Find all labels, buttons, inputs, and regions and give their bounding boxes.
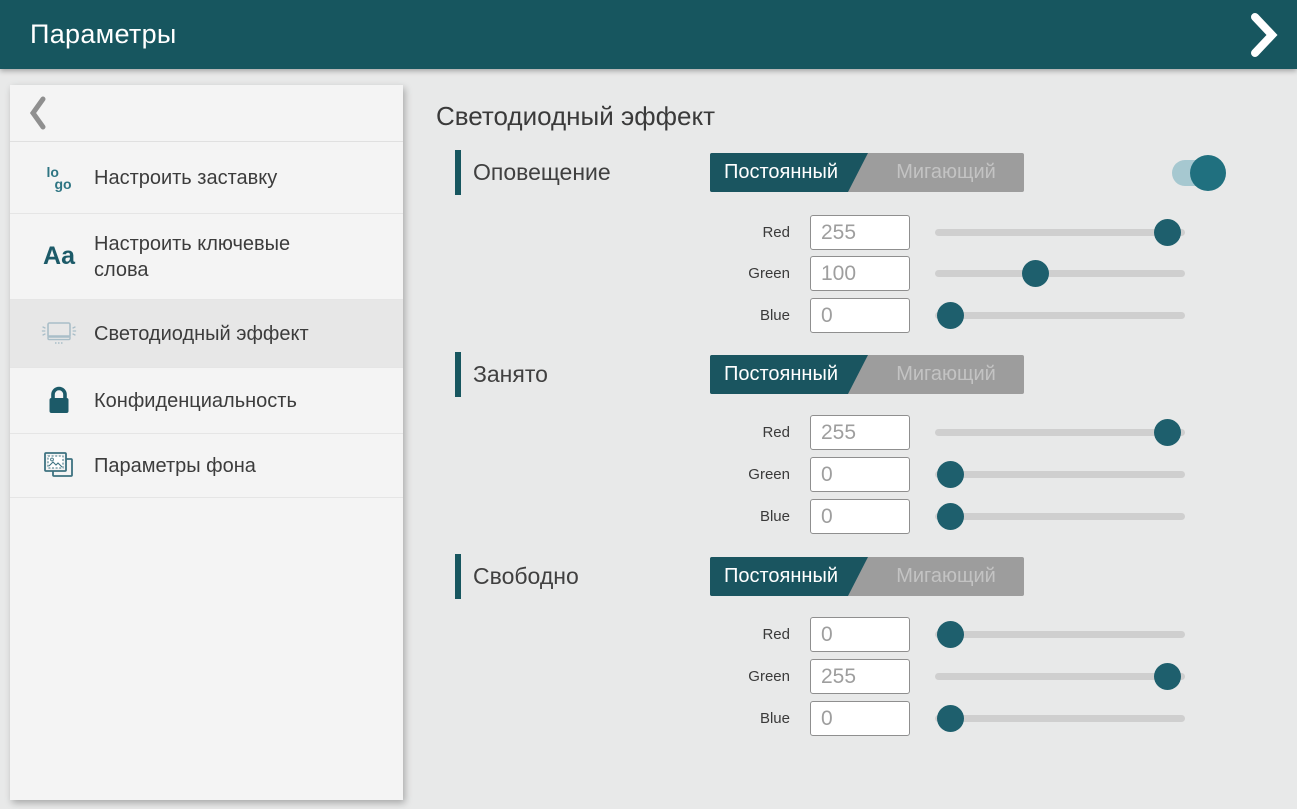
blue-label: Blue [690, 298, 790, 333]
red-value-input[interactable] [810, 215, 910, 250]
section-accent-bar [455, 352, 461, 397]
mode-toggle-alert: Мигающий Постоянный [710, 153, 1024, 192]
sidebar-item-privacy[interactable]: Конфиденциальность [10, 368, 403, 434]
mode-blinking-button[interactable]: Мигающий [868, 557, 1024, 596]
red-label: Red [690, 415, 790, 450]
slider-thumb[interactable] [1154, 663, 1181, 690]
red-label: Red [690, 617, 790, 652]
red-slider[interactable] [935, 617, 1185, 652]
green-label: Green [690, 256, 790, 291]
red-value-input[interactable] [810, 415, 910, 450]
slider-track [935, 229, 1185, 236]
sidebar-item-label: Светодиодный эффект [94, 321, 309, 347]
blue-value-input[interactable] [810, 701, 910, 736]
slider-thumb[interactable] [937, 302, 964, 329]
section-accent-bar [455, 150, 461, 195]
section-title: Светодиодный эффект [436, 101, 715, 132]
red-slider[interactable] [935, 415, 1185, 450]
slider-track [935, 471, 1185, 478]
page-title: Параметры [30, 19, 177, 50]
settings-sidebar: logo Настроить заставку Aa Настроить клю… [10, 85, 403, 800]
green-value-input[interactable] [810, 659, 910, 694]
red-label: Red [690, 215, 790, 250]
forward-chevron-icon[interactable] [1249, 12, 1279, 58]
section-name-busy: Занято [473, 352, 548, 397]
section-accent-bar [455, 554, 461, 599]
sidebar-item-screensaver[interactable]: logo Настроить заставку [10, 142, 403, 214]
slider-thumb[interactable] [1154, 419, 1181, 446]
sidebar-item-label: Настроить ключевые слова [94, 231, 326, 283]
switch-knob [1190, 155, 1226, 191]
mode-blinking-button[interactable]: Мигающий [868, 153, 1024, 192]
sidebar-item-led-effect[interactable]: Светодиодный эффект [10, 300, 403, 368]
green-label: Green [690, 457, 790, 492]
slider-thumb[interactable] [937, 621, 964, 648]
green-label: Green [690, 659, 790, 694]
slider-track [935, 312, 1185, 319]
green-slider[interactable] [935, 659, 1185, 694]
slider-track [935, 429, 1185, 436]
led-display-icon [38, 319, 80, 349]
mode-constant-button[interactable]: Постоянный [710, 557, 868, 596]
sidebar-item-label: Параметры фона [94, 453, 256, 479]
green-value-input[interactable] [810, 256, 910, 291]
blue-value-input[interactable] [810, 298, 910, 333]
slider-track [935, 631, 1185, 638]
slider-track [935, 270, 1185, 277]
mode-blinking-button[interactable]: Мигающий [868, 355, 1024, 394]
blue-label: Blue [690, 499, 790, 534]
sidebar-item-label: Конфиденциальность [94, 388, 297, 414]
slider-track [935, 715, 1185, 722]
section-name-alert: Оповещение [473, 150, 611, 195]
sidebar-back-button[interactable] [10, 85, 403, 142]
mode-constant-button[interactable]: Постоянный [710, 153, 868, 192]
green-value-input[interactable] [810, 457, 910, 492]
red-slider[interactable] [935, 215, 1185, 250]
mode-constant-button[interactable]: Постоянный [710, 355, 868, 394]
sidebar-item-keywords[interactable]: Aa Настроить ключевые слова [10, 214, 403, 300]
logo-icon: logo [38, 166, 80, 190]
green-slider[interactable] [935, 256, 1185, 291]
slider-thumb[interactable] [937, 461, 964, 488]
background-images-icon [38, 450, 80, 482]
blue-label: Blue [690, 701, 790, 736]
mode-toggle-busy: Мигающий Постоянный [710, 355, 1024, 394]
blue-slider[interactable] [935, 298, 1185, 333]
green-slider[interactable] [935, 457, 1185, 492]
slider-track [935, 513, 1185, 520]
red-value-input[interactable] [810, 617, 910, 652]
app-header: Параметры [0, 0, 1297, 69]
lock-icon [38, 385, 80, 417]
mode-toggle-free: Мигающий Постоянный [710, 557, 1024, 596]
slider-thumb[interactable] [937, 705, 964, 732]
blue-slider[interactable] [935, 499, 1185, 534]
slider-thumb[interactable] [937, 503, 964, 530]
slider-thumb[interactable] [1154, 219, 1181, 246]
sidebar-item-background[interactable]: Параметры фона [10, 434, 403, 498]
back-chevron-icon [29, 96, 47, 130]
blue-slider[interactable] [935, 701, 1185, 736]
slider-thumb[interactable] [1022, 260, 1049, 287]
sidebar-item-label: Настроить заставку [94, 165, 277, 191]
section-name-free: Свободно [473, 554, 579, 599]
slider-track [935, 673, 1185, 680]
alert-enable-switch[interactable] [1172, 155, 1226, 191]
font-icon: Aa [38, 242, 80, 271]
blue-value-input[interactable] [810, 499, 910, 534]
